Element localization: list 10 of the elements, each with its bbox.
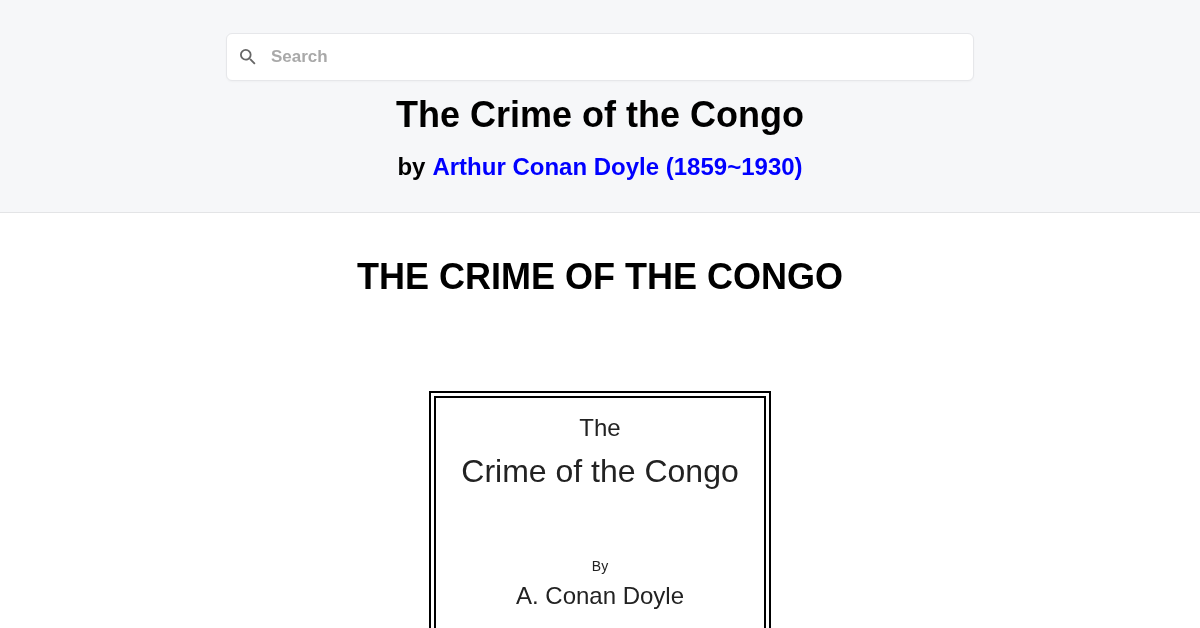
byline-prefix: by (397, 152, 426, 182)
search-icon (240, 49, 256, 65)
book-title: The Crime of the Congo (396, 95, 804, 135)
title-page-title: Crime of the Congo (461, 452, 739, 490)
chapter-heading: THE CRIME OF THE CONGO (357, 257, 843, 297)
title-page-author: A. Conan Doyle (515, 582, 685, 610)
title-page-by: By (591, 557, 609, 575)
author-link[interactable]: Arthur Conan Doyle (1859~1930) (432, 151, 803, 183)
title-page-article: The (579, 414, 621, 442)
search-field[interactable]: Search (226, 33, 974, 81)
